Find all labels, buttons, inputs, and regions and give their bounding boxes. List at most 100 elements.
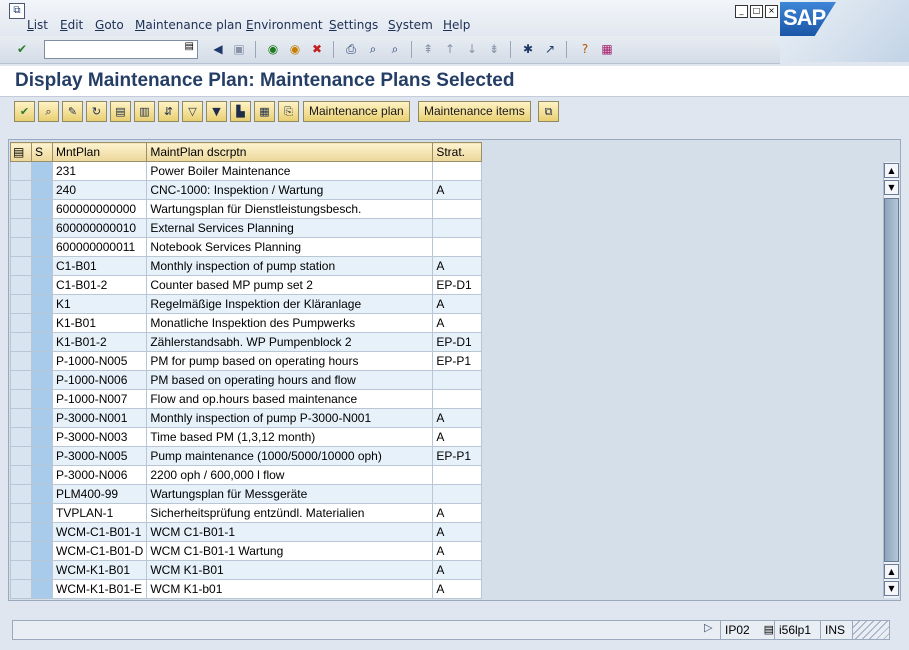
help-icon[interactable]: ? <box>577 41 593 57</box>
cell-mntplan[interactable]: TVPLAN-1 <box>51 503 148 523</box>
cell-descr[interactable]: Flow and op.hours based maintenance <box>146 389 434 409</box>
cell-descr[interactable]: Monatliche Inspektion des Pumpwerks <box>146 313 434 333</box>
cell-mntplan[interactable]: P-1000-N006 <box>51 370 148 390</box>
vertical-scrollbar[interactable]: ▲ ▼ ▲ ▼ <box>883 162 899 598</box>
cell-descr[interactable]: WCM C1-B01-1 Wartung <box>146 541 434 561</box>
table-row[interactable]: P-3000-N006 2200 oph / 600,000 l flow <box>10 465 483 485</box>
cell-mntplan[interactable]: WCM-K1-B01 <box>51 560 148 580</box>
exit-icon[interactable]: ◉ <box>287 41 303 57</box>
status-toggle-icon[interactable]: ▷ <box>704 621 712 634</box>
print-icon[interactable]: ⎙ <box>343 41 359 57</box>
cell-descr[interactable]: Notebook Services Planning <box>146 237 434 257</box>
next-page-icon[interactable]: ↓ <box>464 41 480 57</box>
cell-strat[interactable]: A <box>432 503 483 523</box>
row-selector[interactable] <box>10 503 32 523</box>
command-input[interactable] <box>45 41 179 56</box>
cell-strat[interactable]: A <box>432 180 483 200</box>
shortcut-icon[interactable]: ↗ <box>542 41 558 57</box>
row-selector[interactable] <box>10 275 32 295</box>
table-row[interactable]: PLM400-99 Wartungsplan für Messgeräte <box>10 484 483 504</box>
cell-mntplan[interactable]: 240 <box>51 180 148 200</box>
enter-icon[interactable]: ✔ <box>14 41 30 57</box>
table-row[interactable]: TVPLAN-1 Sicherheitsprüfung entzündl. Mat… <box>10 503 483 523</box>
cell-strat[interactable]: EP-D1 <box>432 275 483 295</box>
status-details-icon[interactable]: ▤ <box>764 621 774 639</box>
cell-strat[interactable]: A <box>432 294 483 314</box>
cell-mntplan[interactable]: WCM-C1-B01-D <box>51 541 148 561</box>
cell-mntplan[interactable]: K1-B01-2 <box>51 332 148 352</box>
column-icon[interactable]: ▥ <box>134 101 155 122</box>
first-page-icon[interactable]: ⇞ <box>420 41 436 57</box>
cell-mntplan[interactable]: WCM-K1-B01-E <box>51 579 148 599</box>
table-row[interactable]: 600000000011 Notebook Services Planning <box>10 237 483 257</box>
select-all-icon[interactable]: ▤ <box>10 142 32 162</box>
command-history-icon[interactable]: ▤ <box>185 41 194 52</box>
cell-mntplan[interactable]: WCM-C1-B01-1 <box>51 522 148 542</box>
save-icon[interactable]: ▣ <box>231 41 247 57</box>
last-page-icon[interactable]: ⇟ <box>486 41 502 57</box>
table-row[interactable]: P-3000-N001 Monthly inspection of pump P-… <box>10 408 483 428</box>
cell-descr[interactable]: Wartungsplan für Messgeräte <box>146 484 434 504</box>
cell-mntplan[interactable]: K1-B01 <box>51 313 148 333</box>
close-window-icon[interactable]: × <box>765 5 778 18</box>
cell-mntplan[interactable]: K1 <box>51 294 148 314</box>
table-row[interactable]: WCM-C1-B01-D WCM C1-B01-1 Wartung A <box>10 541 483 561</box>
edit-icon[interactable]: ✎ <box>62 101 83 122</box>
row-selector[interactable] <box>10 427 32 447</box>
cell-mntplan[interactable]: 231 <box>51 161 148 181</box>
cell-strat[interactable] <box>432 370 483 390</box>
find-next-icon[interactable]: ⌕ <box>387 41 403 57</box>
table-row[interactable]: 600000000010 External Services Planning <box>10 218 483 238</box>
cell-strat[interactable]: EP-P1 <box>432 446 483 466</box>
table-row[interactable]: P-1000-N005 PM for pump based on operatin… <box>10 351 483 371</box>
row-selector[interactable] <box>10 237 32 257</box>
menu-system[interactable]: System <box>388 18 433 32</box>
minimize-icon[interactable]: _ <box>735 5 748 18</box>
menu-goto[interactable]: Goto <box>95 18 124 32</box>
cell-mntplan[interactable]: 600000000011 <box>51 237 148 257</box>
page-down-icon[interactable]: ▲ <box>884 564 899 579</box>
row-selector[interactable] <box>10 446 32 466</box>
cell-strat[interactable]: A <box>432 579 483 599</box>
calculator-icon[interactable]: ▦ <box>254 101 275 122</box>
menu-environment[interactable]: Environment <box>246 18 323 32</box>
table-row[interactable]: C1-B01 Monthly inspection of pump station… <box>10 256 483 276</box>
row-selector[interactable] <box>10 332 32 352</box>
filter-icon[interactable]: ▽ <box>182 101 203 122</box>
row-selector[interactable] <box>10 560 32 580</box>
system-menu-icon[interactable]: ⧉ <box>9 3 25 19</box>
column-header-s[interactable]: S <box>31 142 53 162</box>
row-selector[interactable] <box>10 408 32 428</box>
back-icon[interactable]: ◉ <box>265 41 281 57</box>
chart-icon[interactable]: ▙ <box>230 101 251 122</box>
cell-descr[interactable]: Monthly inspection of pump P-3000-N001 <box>146 408 434 428</box>
sort-icon[interactable]: ⇵ <box>158 101 179 122</box>
row-selector[interactable] <box>10 389 32 409</box>
cell-mntplan[interactable]: P-3000-N006 <box>51 465 148 485</box>
scroll-down-icon[interactable]: ▼ <box>884 581 899 596</box>
table-row[interactable]: 240 CNC-1000: Inspektion / Wartung A <box>10 180 483 200</box>
cell-descr[interactable]: Power Boiler Maintenance <box>146 161 434 181</box>
cell-strat[interactable] <box>432 218 483 238</box>
table-row[interactable]: P-1000-N006 PM based on operating hours a… <box>10 370 483 390</box>
find-icon[interactable]: ⌕ <box>365 41 381 57</box>
refresh-icon[interactable]: ↻ <box>86 101 107 122</box>
row-selector[interactable] <box>10 180 32 200</box>
cell-mntplan[interactable]: P-3000-N003 <box>51 427 148 447</box>
table-row[interactable]: 600000000000 Wartungsplan für Dienstleist… <box>10 199 483 219</box>
previous-page-icon[interactable]: ↑ <box>442 41 458 57</box>
column-header-mntplan[interactable]: MntPlan <box>51 142 148 162</box>
table-row[interactable]: WCM-K1-B01 WCM K1-B01 A <box>10 560 483 580</box>
table-row[interactable]: WCM-C1-B01-1 WCM C1-B01-1 A <box>10 522 483 542</box>
cell-mntplan[interactable]: P-1000-N005 <box>51 351 148 371</box>
menu-edit[interactable]: Edit <box>60 18 83 32</box>
scroll-thumb[interactable] <box>884 198 899 562</box>
cell-mntplan[interactable]: 600000000000 <box>51 199 148 219</box>
cell-descr[interactable]: WCM C1-B01-1 <box>146 522 434 542</box>
cell-descr[interactable]: Zählerstandsabh. WP Pumpenblock 2 <box>146 332 434 352</box>
cell-strat[interactable]: A <box>432 560 483 580</box>
cell-descr[interactable]: CNC-1000: Inspektion / Wartung <box>146 180 434 200</box>
cell-strat[interactable]: A <box>432 256 483 276</box>
cell-descr[interactable]: Wartungsplan für Dienstleistungsbesch. <box>146 199 434 219</box>
change-layout-icon[interactable]: ▤ <box>110 101 131 122</box>
